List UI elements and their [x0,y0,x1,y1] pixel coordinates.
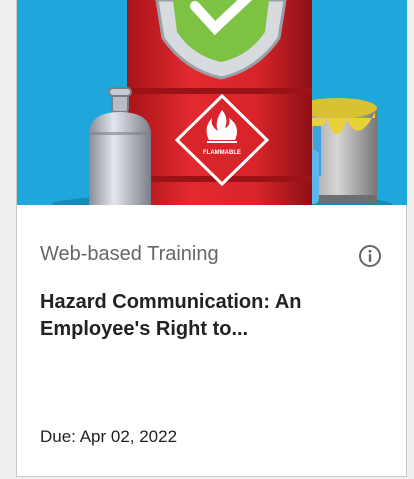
training-type-label: Web-based Training [40,243,219,265]
hazard-barrels-illustration: FLAMMABLE [17,0,407,205]
course-title[interactable]: Hazard Communication: An Employee's Righ… [40,289,370,343]
card-body: Web-based Training Hazard Communication:… [17,205,406,476]
course-thumbnail[interactable]: FLAMMABLE [17,0,407,205]
training-card[interactable]: FLAMMABLE Web-based Training Hazard Comm… [16,0,407,477]
red-flammable-drum: FLAMMABLE [127,0,312,205]
due-date: Due: Apr 02, 2022 [40,427,178,446]
drum-label: FLAMMABLE [203,150,241,156]
info-icon[interactable] [358,244,382,268]
